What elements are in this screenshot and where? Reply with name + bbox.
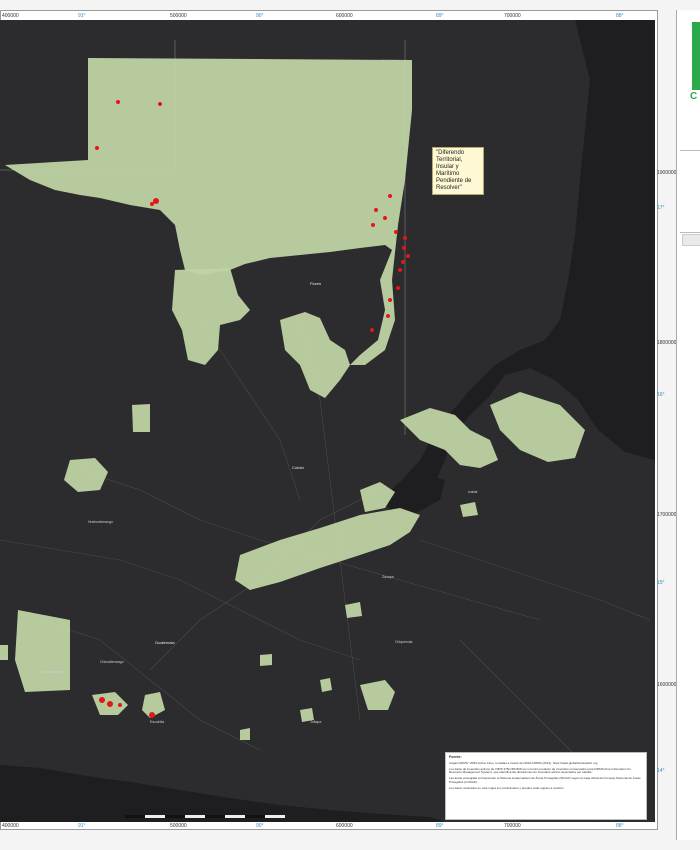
coord-bottom-5: 89° <box>436 823 444 829</box>
coord-right-5: 15° <box>657 580 665 586</box>
label-guatemala: Guatemala <box>155 640 175 645</box>
label-coban: Cobán <box>292 465 304 470</box>
coord-top-4: 600000 <box>336 13 353 19</box>
label-huehuetenango: Huehuetenango <box>88 520 113 524</box>
coord-top-0: 400000 <box>2 13 19 19</box>
label-quetzaltenango: Quetzaltenango <box>40 670 65 674</box>
label-escuintla: Escuintla <box>150 720 165 724</box>
coord-right-1: 17° <box>657 205 665 211</box>
label-zacapa: Zacapa <box>382 575 394 579</box>
source-line-4: Los datos mostrados en este mapa son pre… <box>449 785 565 790</box>
scale-bar <box>125 815 285 818</box>
label-izabal: Izabal <box>468 490 478 494</box>
coord-top-6: 700000 <box>504 13 521 19</box>
coord-top-1: 91° <box>78 13 86 19</box>
coord-bottom-3: 90° <box>256 823 264 829</box>
coord-bottom-2: 500000 <box>170 823 187 829</box>
source-line-1: Capas FIRMS: VIIRS Active Fires, tomadas… <box>449 760 598 765</box>
source-title: Fuente: <box>449 755 462 759</box>
coord-right-7: 14° <box>657 768 665 774</box>
institution-logo-block <box>692 22 700 90</box>
institution-logo-icon: C <box>690 91 698 102</box>
coord-bottom-7: 88° <box>616 823 624 829</box>
coord-top-7: 88° <box>616 13 624 19</box>
map-sheet: 400000 91° 500000 90° 600000 89° 700000 … <box>0 0 700 850</box>
coord-top-5: 89° <box>436 13 444 19</box>
label-chimaltenango: Chimaltenango <box>100 660 124 664</box>
side-legend-box <box>682 234 700 246</box>
coord-bottom-1: 91° <box>78 823 86 829</box>
coord-bottom-4: 600000 <box>336 823 353 829</box>
disputed-territory-callout: "Diferendo Territorial, Insular y Maríti… <box>432 147 484 195</box>
coord-right-3: 16° <box>657 392 665 398</box>
label-chiquimula: Chiquimula <box>395 640 413 644</box>
map-svg[interactable] <box>0 20 655 822</box>
side-rule-1 <box>680 150 700 151</box>
coord-right-0: 1900000 <box>657 170 677 176</box>
coord-right-4: 1700000 <box>657 512 677 518</box>
map-canvas[interactable]: Guatemala Cobán Flores Huehuetenango Chi… <box>0 20 655 822</box>
coord-bottom-0: 400000 <box>2 823 19 829</box>
source-line-2: Los datos de incendios activos de VIIRS … <box>449 766 631 775</box>
source-box: Fuente: Capas FIRMS: VIIRS Active Fires,… <box>445 752 647 820</box>
label-flores: Flores <box>310 281 322 286</box>
coord-top-3: 90° <box>256 13 264 19</box>
coord-right-2: 1800000 <box>657 340 677 346</box>
side-panel <box>676 10 700 840</box>
source-line-3: Las áreas protegidas corresponden al Sis… <box>449 776 641 784</box>
coord-right-6: 1600000 <box>657 682 677 688</box>
label-jutiapa: Jutiapa <box>310 720 322 724</box>
coord-top-2: 500000 <box>170 13 187 19</box>
coord-bottom-6: 700000 <box>504 823 521 829</box>
side-rule-2 <box>680 232 700 233</box>
